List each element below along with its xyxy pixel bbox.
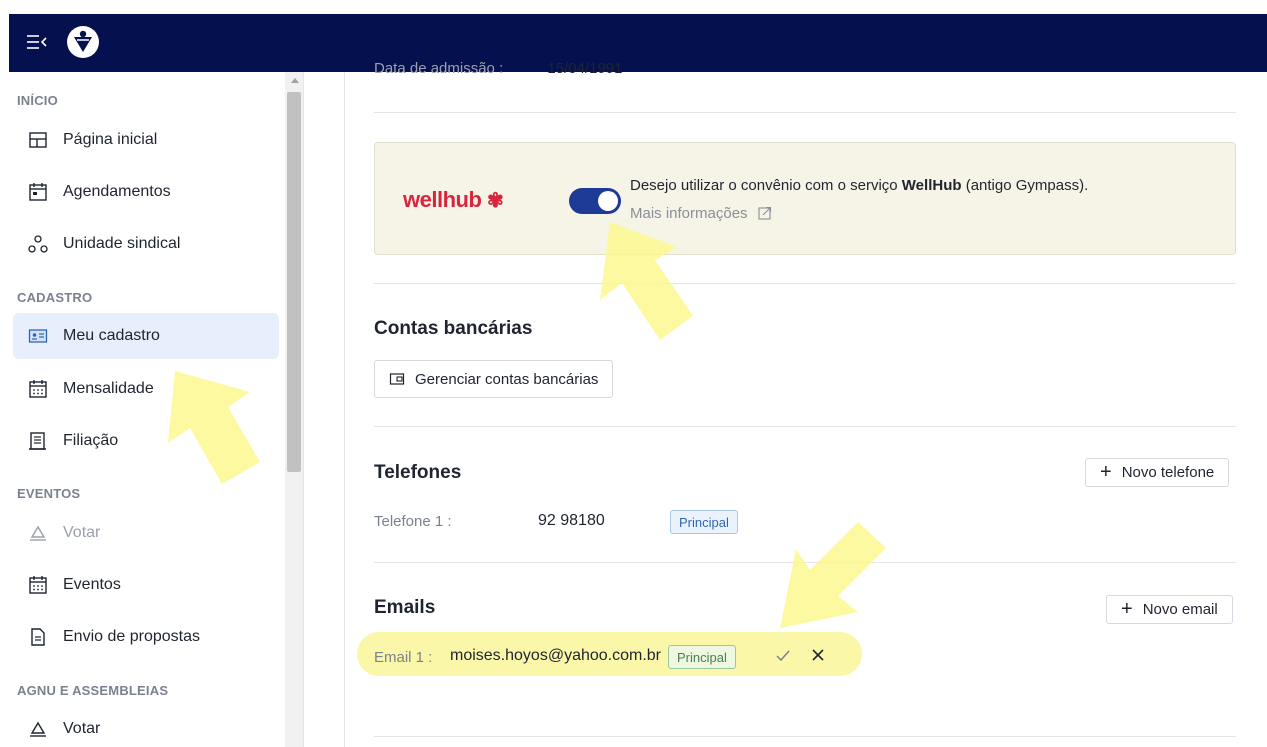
arrow-meu-cadastro: [168, 371, 260, 484]
arrow-toggle: [600, 222, 693, 340]
annotation-arrows: [168, 222, 886, 628]
arrow-email: [780, 522, 886, 628]
